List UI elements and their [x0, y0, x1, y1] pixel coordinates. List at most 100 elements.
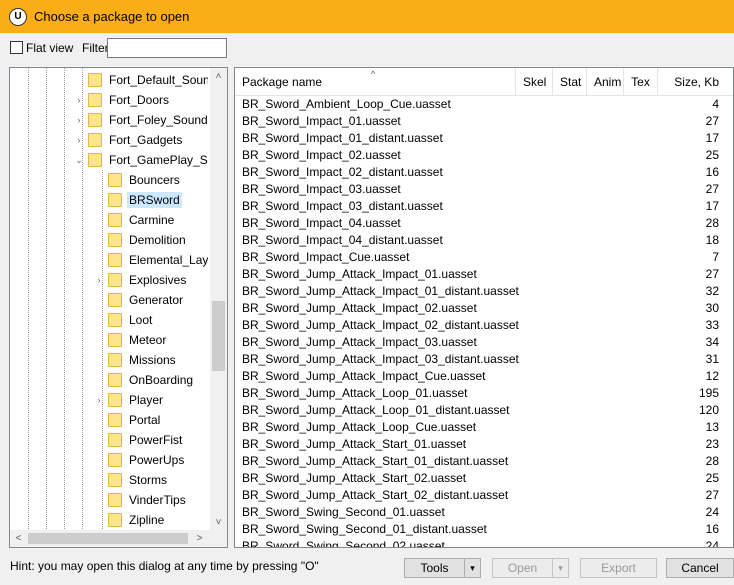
table-row[interactable]: BR_Sword_Jump_Attack_Loop_Cue.uasset 13 — [235, 419, 733, 436]
tree-item[interactable]: OnBoarding — [94, 370, 195, 390]
tree-item-label: Storms — [129, 473, 168, 487]
tree-item[interactable]: › Player — [94, 390, 165, 410]
table-row[interactable]: BR_Sword_Jump_Attack_Start_02.uasset 25 — [235, 470, 733, 487]
tree-item[interactable]: BRSword — [94, 190, 182, 210]
filter-input[interactable] — [107, 38, 227, 58]
tree-item-label: PowerUps — [129, 453, 185, 467]
tools-button[interactable]: Tools ▾ — [404, 558, 481, 578]
size-cell: 16 — [705, 522, 719, 536]
size-cell: 18 — [705, 233, 719, 247]
tree-item[interactable]: Bouncers — [94, 170, 182, 190]
column-header-size[interactable]: Size, Kb — [658, 68, 733, 96]
flat-view-label: Flat view — [26, 41, 74, 55]
column-header-anim[interactable]: Anim — [587, 68, 624, 96]
scroll-up-icon[interactable]: ˄ — [210, 68, 227, 85]
open-button[interactable]: Open ▾ — [492, 558, 569, 578]
tree-item[interactable]: › Fort_Foley_Sounds — [74, 110, 208, 130]
open-dropdown-icon[interactable]: ▾ — [552, 559, 568, 577]
table-row[interactable]: BR_Sword_Impact_04_distant.uasset 18 — [235, 232, 733, 249]
package-name-cell: BR_Sword_Jump_Attack_Start_01_distant.ua… — [242, 454, 509, 468]
tree-item-label: Fort_GamePlay_Sou — [109, 153, 208, 167]
table-row[interactable]: BR_Sword_Swing_Second_01_distant.uasset 1… — [235, 521, 733, 538]
tree-item[interactable]: Loot — [94, 310, 154, 330]
expand-chevron-icon[interactable]: ⌄ — [74, 155, 84, 166]
tree-item[interactable]: PowerUps — [94, 450, 186, 470]
folder-tree[interactable]: Fort_Default_Sound › Fort_Doors › Fort_Foley… — [9, 67, 228, 548]
expand-chevron-icon[interactable]: › — [74, 95, 84, 105]
scroll-thumb-horizontal[interactable] — [28, 533, 188, 544]
scroll-thumb[interactable] — [212, 301, 225, 371]
table-row[interactable]: BR_Sword_Jump_Attack_Impact_03.uasset 34 — [235, 334, 733, 351]
table-row[interactable]: BR_Sword_Jump_Attack_Impact_02.uasset 30 — [235, 300, 733, 317]
expand-chevron-icon[interactable]: › — [74, 135, 84, 145]
tree-item[interactable]: Portal — [94, 410, 162, 430]
tools-dropdown-icon[interactable]: ▾ — [464, 559, 480, 577]
open-button-label: Open — [507, 561, 538, 575]
table-row[interactable]: BR_Sword_Impact_02_distant.uasset 16 — [235, 164, 733, 181]
tree-item-label: PowerFist — [129, 433, 183, 447]
expand-chevron-icon[interactable]: › — [74, 115, 84, 125]
table-row[interactable]: BR_Sword_Impact_03.uasset 27 — [235, 181, 733, 198]
tree-item[interactable]: Meteor — [94, 330, 168, 350]
tree-item[interactable]: Missions — [94, 350, 178, 370]
tree-item[interactable]: › Fort_Gadgets — [74, 130, 184, 150]
folder-icon — [108, 293, 122, 307]
table-row[interactable]: BR_Sword_Impact_Cue.uasset 7 — [235, 249, 733, 266]
size-cell: 27 — [705, 114, 719, 128]
tree-vertical-scrollbar[interactable]: ˄ ˅ — [210, 68, 227, 531]
table-row[interactable]: BR_Sword_Jump_Attack_Loop_01_distant.uas… — [235, 402, 733, 419]
size-cell: 27 — [705, 182, 719, 196]
column-header-tex[interactable]: Tex — [624, 68, 658, 96]
tree-item[interactable]: Carmine — [94, 210, 176, 230]
tree-item[interactable]: VinderTips — [94, 490, 188, 510]
table-row[interactable]: BR_Sword_Swing_Second_01.uasset 24 — [235, 504, 733, 521]
expand-chevron-icon[interactable]: › — [94, 395, 104, 405]
folder-icon — [108, 513, 122, 527]
tree-item[interactable]: PowerFist — [94, 430, 184, 450]
table-row[interactable]: BR_Sword_Jump_Attack_Impact_03_distant.u… — [235, 351, 733, 368]
folder-icon — [108, 233, 122, 247]
table-row[interactable]: BR_Sword_Jump_Attack_Start_01_distant.ua… — [235, 453, 733, 470]
size-cell: 24 — [705, 505, 719, 519]
tree-item[interactable]: Fort_Default_Sound — [74, 70, 208, 90]
tree-item[interactable]: ⌄ Fort_GamePlay_Sou — [74, 150, 208, 170]
tree-horizontal-scrollbar[interactable]: < > — [10, 530, 227, 547]
table-row[interactable]: BR_Sword_Impact_02.uasset 25 — [235, 147, 733, 164]
table-row[interactable]: BR_Sword_Impact_04.uasset 28 — [235, 215, 733, 232]
table-row[interactable]: BR_Sword_Jump_Attack_Impact_02_distant.u… — [235, 317, 733, 334]
expand-chevron-icon[interactable]: › — [94, 275, 104, 285]
tree-item[interactable]: Generator — [94, 290, 185, 310]
tree-item[interactable]: Elemental_Layer — [94, 250, 208, 270]
folder-icon — [88, 153, 102, 167]
package-list[interactable]: Package name ^ Skel Stat Anim Tex Size, … — [234, 67, 734, 548]
tree-item[interactable]: Storms — [94, 470, 169, 490]
table-row[interactable]: BR_Sword_Jump_Attack_Loop_01.uasset 195 — [235, 385, 733, 402]
column-header-skel[interactable]: Skel — [516, 68, 553, 96]
table-row[interactable]: BR_Sword_Jump_Attack_Start_01.uasset 23 — [235, 436, 733, 453]
table-row[interactable]: BR_Sword_Impact_01_distant.uasset 17 — [235, 130, 733, 147]
scroll-left-icon[interactable]: < — [10, 530, 27, 547]
tree-item-label: VinderTips — [129, 493, 186, 507]
table-row[interactable]: BR_Sword_Swing_Second_02.uasset 24 — [235, 538, 733, 547]
tree-item[interactable]: › Explosives — [94, 270, 188, 290]
tree-item[interactable]: Demolition — [94, 230, 188, 250]
sort-ascending-icon: ^ — [371, 69, 376, 79]
tree-item[interactable]: Zipline — [94, 510, 166, 530]
table-row[interactable]: BR_Sword_Impact_01.uasset 27 — [235, 113, 733, 130]
table-row[interactable]: BR_Sword_Jump_Attack_Start_02_distant.ua… — [235, 487, 733, 504]
tree-item[interactable]: › Fort_Doors — [74, 90, 171, 110]
table-row[interactable]: BR_Sword_Jump_Attack_Impact_01.uasset 27 — [235, 266, 733, 283]
column-header-package-name[interactable]: Package name ^ — [235, 68, 516, 96]
export-button[interactable]: Export — [580, 558, 657, 578]
size-cell: 25 — [705, 148, 719, 162]
scroll-right-icon[interactable]: > — [191, 530, 208, 547]
scroll-down-icon[interactable]: ˅ — [210, 514, 227, 531]
flat-view-checkbox[interactable] — [10, 41, 23, 54]
table-row[interactable]: BR_Sword_Jump_Attack_Impact_Cue.uasset 12 — [235, 368, 733, 385]
column-header-stat[interactable]: Stat — [553, 68, 587, 96]
table-row[interactable]: BR_Sword_Impact_03_distant.uasset 17 — [235, 198, 733, 215]
folder-icon — [108, 193, 122, 207]
table-row[interactable]: BR_Sword_Jump_Attack_Impact_01_distant.u… — [235, 283, 733, 300]
table-row[interactable]: BR_Sword_Ambient_Loop_Cue.uasset 4 — [235, 96, 733, 113]
cancel-button[interactable]: Cancel — [666, 558, 734, 578]
